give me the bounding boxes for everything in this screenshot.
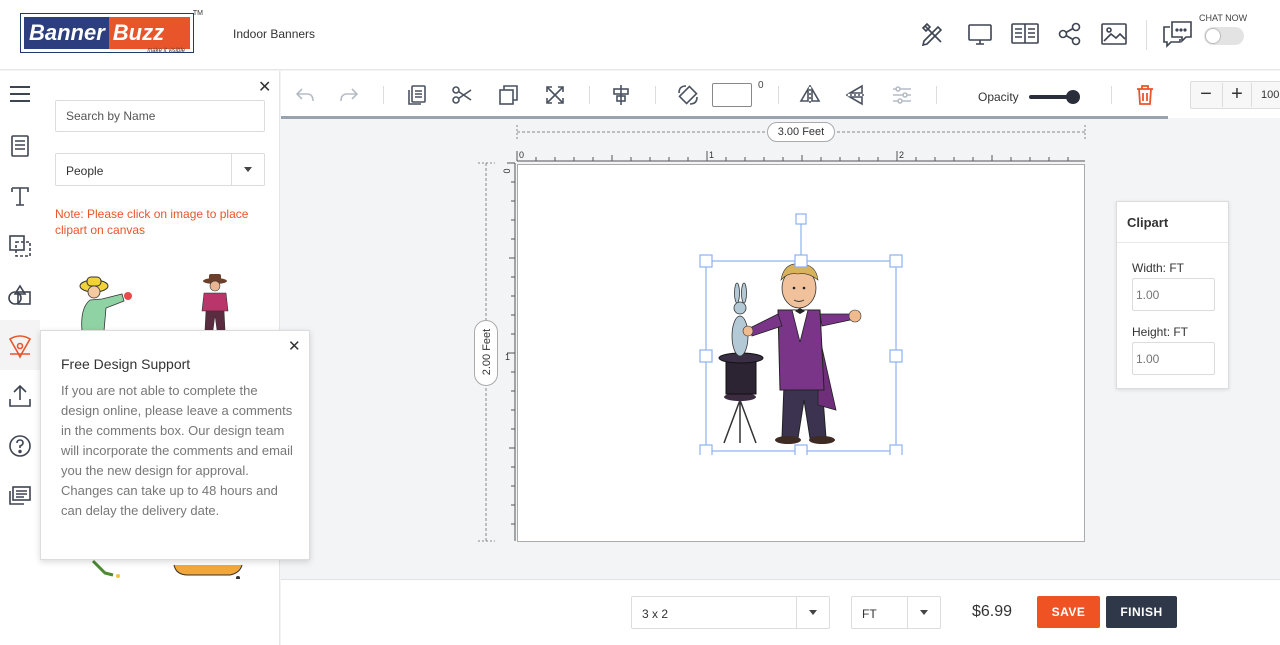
chat-now-label: CHAT NOW: [1199, 13, 1248, 23]
toolbar-divider: [655, 86, 656, 104]
placement-note: Note: Please click on image to place cli…: [55, 207, 249, 237]
bottom-bar: 3 x 2 FT $6.99 SAVE FINISH: [281, 579, 1280, 645]
left-tool-rail: [0, 71, 40, 645]
undo-icon[interactable]: [293, 83, 317, 107]
x-tick-label: 2: [899, 150, 905, 160]
chat-icon[interactable]: [1162, 20, 1194, 48]
y-tick-label: 0: [501, 168, 512, 174]
clipart-thumb-cowboy[interactable]: [195, 271, 235, 331]
y-tick-label: 1: [505, 352, 511, 362]
chevron-down-icon[interactable]: [796, 597, 829, 628]
text-icon[interactable]: [7, 183, 33, 209]
clipart-properties-panel: Clipart Width: FT Height: FT: [1116, 201, 1229, 389]
canvas-height-label: 2.00 Feet: [474, 320, 498, 386]
size-value: 3 x 2: [642, 607, 669, 621]
opacity-slider-knob[interactable]: [1066, 90, 1080, 104]
image-icon[interactable]: [1100, 20, 1128, 48]
chevron-down-icon[interactable]: [907, 597, 940, 628]
scissors-icon[interactable]: [450, 83, 474, 107]
align-center-icon[interactable]: [609, 83, 633, 107]
design-canvas[interactable]: [517, 164, 1085, 542]
clipart-icon[interactable]: [7, 333, 33, 359]
height-label: Height: FT: [1132, 325, 1189, 339]
left-ruler-ticks: [507, 162, 515, 525]
paste-icon[interactable]: [405, 83, 429, 107]
trash-icon[interactable]: [1133, 83, 1157, 107]
canvas-width-label: 3.00 Feet: [767, 122, 835, 142]
toolbar-divider: [589, 86, 590, 104]
opacity-slider[interactable]: [1029, 90, 1080, 104]
magician-figure: [718, 263, 862, 444]
monitor-preview-icon[interactable]: [966, 20, 994, 48]
toolbar-divider: [383, 86, 384, 104]
help-icon[interactable]: [7, 433, 33, 459]
logo-tm: TM: [192, 10, 203, 17]
x-tick-label: 1: [709, 150, 715, 160]
search-input[interactable]: [55, 100, 265, 132]
logo-part2: Buzz: [108, 17, 190, 49]
zoom-out-button[interactable]: −: [1191, 83, 1221, 107]
rotate-input[interactable]: [712, 83, 752, 107]
flip-vertical-icon[interactable]: [844, 83, 868, 107]
shapes-icon[interactable]: [7, 283, 33, 309]
popup-close-icon[interactable]: ✕: [288, 337, 301, 355]
logo-part1: Banner: [24, 17, 109, 49]
selected-clipart-magician[interactable]: [698, 210, 908, 455]
height-field[interactable]: [1132, 342, 1215, 375]
brand-logo[interactable]: Banner Buzz make it visible TM: [20, 10, 203, 54]
popup-title: Free Design Support: [61, 356, 191, 372]
menu-icon[interactable]: [7, 81, 33, 107]
background-icon[interactable]: [7, 233, 33, 259]
panel-close-icon[interactable]: ✕: [258, 77, 271, 97]
flip-horizontal-icon[interactable]: [798, 83, 822, 107]
redo-icon[interactable]: [337, 83, 361, 107]
x-tick-label: 0: [519, 150, 525, 160]
zoom-control: − + 100: [1190, 81, 1280, 109]
editor-toolbar: 0 Opacity − + 100: [281, 71, 1280, 119]
popup-body: If you are not able to complete the desi…: [61, 383, 293, 518]
duplicate-icon[interactable]: [496, 83, 520, 107]
zoom-in-button[interactable]: +: [1222, 83, 1252, 107]
finish-button[interactable]: FINISH: [1106, 596, 1177, 628]
comments-icon[interactable]: [7, 483, 33, 509]
size-select[interactable]: 3 x 2: [631, 596, 830, 629]
page-title: Indoor Banners: [233, 27, 316, 41]
width-field[interactable]: [1132, 278, 1215, 311]
toolbar-divider: [936, 86, 937, 104]
degree-symbol: 0: [758, 80, 764, 91]
template-icon[interactable]: [7, 133, 33, 159]
zoom-value: 100: [1261, 89, 1280, 101]
clipart-panel-title: Clipart: [1127, 215, 1169, 230]
unit-value: FT: [862, 607, 877, 621]
clipart-thumb-farmer[interactable]: [72, 274, 137, 332]
chat-toggle[interactable]: [1204, 27, 1244, 45]
rotate-icon[interactable]: [676, 83, 700, 107]
logo-tagline: make it visible: [147, 48, 185, 54]
adjustments-icon[interactable]: [890, 83, 914, 107]
width-label: Width: FT: [1132, 261, 1185, 275]
save-button[interactable]: SAVE: [1037, 596, 1100, 628]
header-divider: [1146, 20, 1147, 50]
panel-divider: [1117, 242, 1228, 243]
share-icon[interactable]: [1056, 20, 1084, 48]
toolbar-divider: [1111, 86, 1112, 104]
category-select[interactable]: People: [55, 153, 265, 186]
chevron-down-icon[interactable]: [231, 154, 264, 185]
cross-arrows-icon[interactable]: [543, 83, 567, 107]
chat-toggle-knob: [1205, 28, 1221, 44]
toolbar-divider: [778, 86, 779, 104]
book-guide-icon[interactable]: [1010, 20, 1039, 48]
canvas-height-text: 2.00 Feet: [481, 328, 493, 376]
design-tools-icon[interactable]: [919, 20, 947, 48]
unit-select[interactable]: FT: [851, 596, 941, 629]
design-support-popup: ✕ Free Design Support If you are not abl…: [40, 330, 310, 560]
upload-icon[interactable]: [7, 383, 33, 409]
top-ruler-ticks: [516, 151, 1069, 161]
opacity-label: Opacity: [978, 90, 1019, 104]
category-value: People: [66, 164, 104, 178]
price: $6.99: [972, 603, 1013, 620]
header: Banner Buzz make it visible TM Indoor Ba…: [0, 0, 1280, 70]
